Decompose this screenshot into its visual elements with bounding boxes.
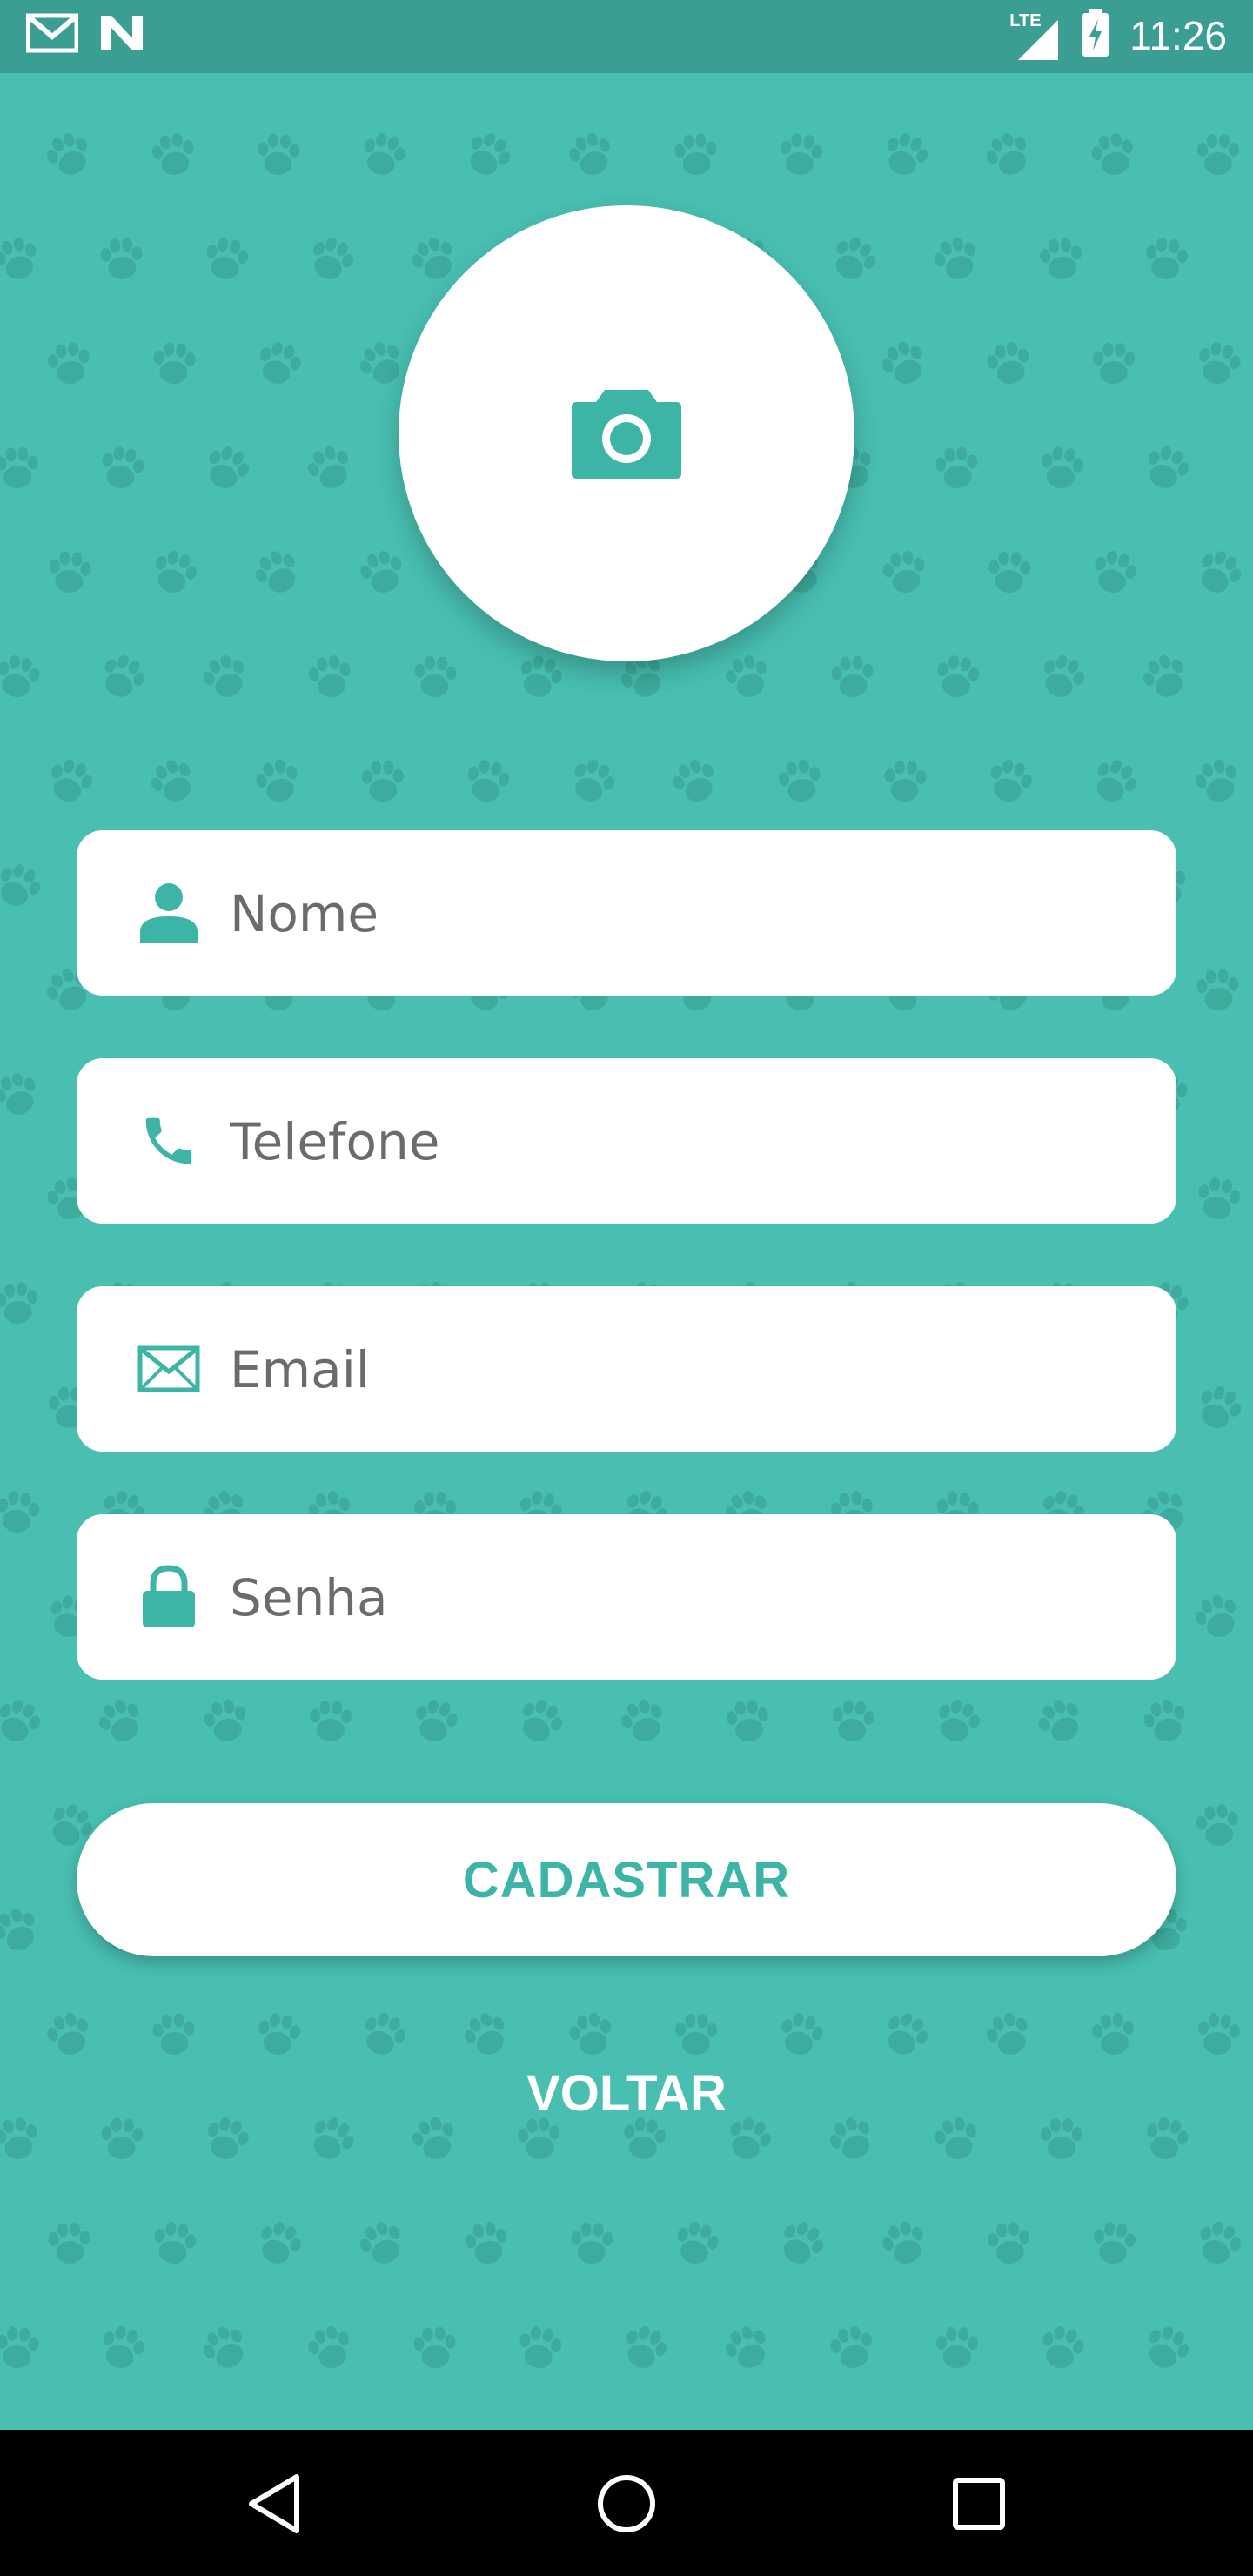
person-icon <box>136 880 202 946</box>
navigation-bar <box>0 2430 1253 2576</box>
back-link-button[interactable]: VOLTAR <box>452 2054 801 2132</box>
back-icon[interactable] <box>235 2465 313 2543</box>
status-bar: LTE 11:26 <box>0 0 1253 73</box>
phone-icon <box>136 1108 202 1174</box>
n-app-icon <box>97 12 146 58</box>
recents-icon[interactable] <box>940 2465 1018 2543</box>
home-icon[interactable] <box>587 2465 666 2543</box>
email-input[interactable] <box>228 1321 1142 1419</box>
phone-field[interactable] <box>77 1058 1176 1224</box>
signal-icon: LTE <box>1009 10 1062 62</box>
phone-input[interactable] <box>228 1093 1142 1191</box>
battery-charging-icon <box>1081 9 1110 62</box>
name-field[interactable] <box>77 830 1176 996</box>
lock-icon <box>136 1564 202 1630</box>
profile-photo-picker[interactable] <box>399 205 854 661</box>
name-input[interactable] <box>228 865 1142 963</box>
camera-icon <box>570 383 683 485</box>
register-button[interactable]: CADASTRAR <box>77 1803 1176 1956</box>
email-field[interactable] <box>77 1286 1176 1452</box>
password-field[interactable] <box>77 1514 1176 1680</box>
gmail-icon <box>25 12 79 58</box>
mail-icon <box>136 1336 202 1402</box>
password-input[interactable] <box>228 1549 1142 1647</box>
status-time: 11:26 <box>1129 12 1227 58</box>
